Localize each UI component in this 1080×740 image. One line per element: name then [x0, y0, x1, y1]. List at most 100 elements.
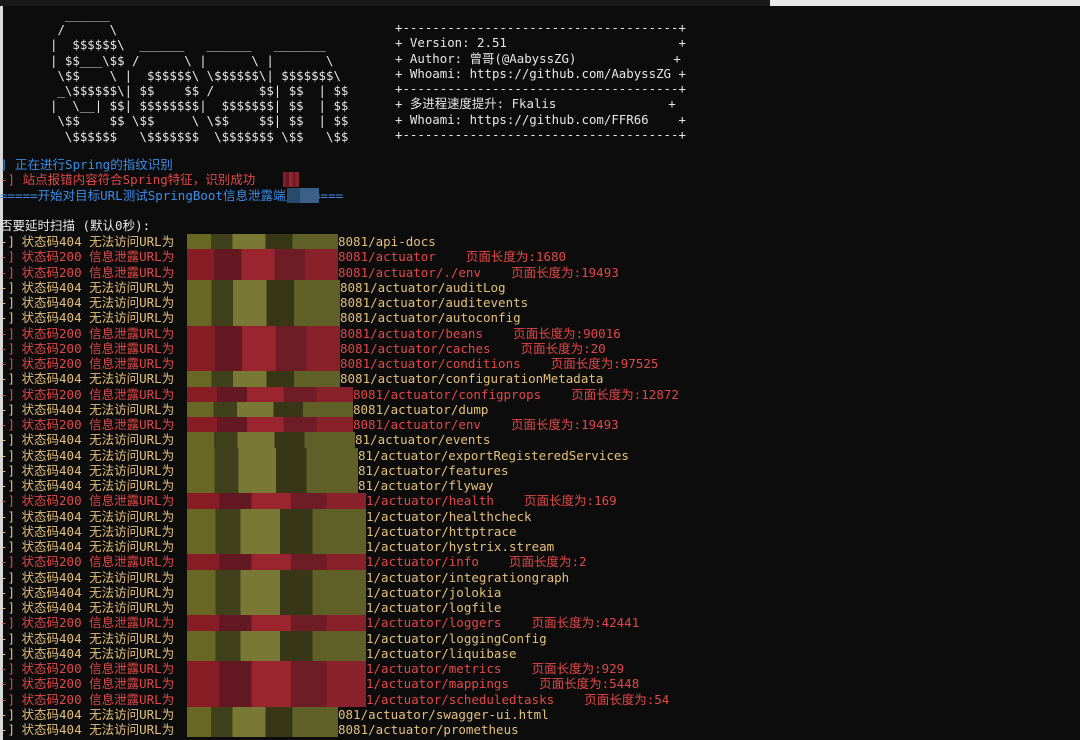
endpoint-path: 1/actuator/hystrix.stream [366, 539, 555, 554]
row-prefix: -] [0, 295, 16, 310]
scan-result-row: -] 状态码200 信息泄露URL为 [0, 615, 174, 630]
url-redaction [187, 569, 366, 585]
row-prefix: -] [0, 462, 16, 478]
scan-result-row: -] 状态码404 无法访问URL为 [0, 722, 174, 737]
url-redaction [187, 722, 338, 738]
endpoint-path: 1/actuator/jolokia [366, 584, 502, 600]
status-label: 状态码404 无法访问URL为 [14, 569, 175, 585]
status-label: 状态码200 信息泄露URL为 [14, 356, 175, 371]
url-redaction [187, 371, 340, 387]
row-prefix: -] [0, 478, 16, 493]
scan-result-row: -] 状态码404 无法访问URL为 [0, 631, 174, 646]
endpoint-path: 081/actuator/swagger-ui.html [338, 706, 549, 722]
row-prefix: -] [0, 508, 16, 524]
endpoint-path: 81/actuator/features [358, 462, 509, 478]
url-redaction [187, 676, 366, 692]
endpoint-path: 1/actuator/metrics 页面长度为:929 [366, 661, 625, 676]
row-prefix: -] [0, 554, 16, 570]
row-prefix: -] [0, 264, 16, 280]
row-prefix: -] [0, 706, 16, 722]
url-redaction [187, 462, 358, 479]
endpoint-path: 8081/actuator/./env 页面长度为:19493 [338, 264, 619, 280]
status-label: 状态码404 无法访问URL为 [14, 523, 175, 539]
row-prefix: -] [0, 630, 16, 646]
endpoint-path: 1/actuator/httptrace [366, 523, 517, 539]
scan-result-row: -] 状态码404 无法访问URL为 [0, 524, 174, 539]
scan-result-row: -] 状态码200 信息泄露URL为 [0, 692, 174, 707]
delay-prompt: 否要延时扫描 (默认0秒): [0, 218, 151, 233]
status-label: 状态码404 无法访问URL为 [14, 584, 175, 600]
scan-result-row: -] 状态码200 信息泄露URL为 [0, 249, 174, 264]
endpoint-path: 1/actuator/loggers 页面长度为:42441 [366, 615, 640, 631]
endpoint-path: 8081/actuator/auditLog [340, 279, 506, 295]
status-label: 状态码200 信息泄露URL为 [14, 264, 175, 280]
row-prefix: -] [0, 691, 16, 707]
terminal-window[interactable]: ______ / \ | $$$$$$\ ______ ______ _____… [0, 0, 1080, 740]
status-label: 状态码200 信息泄露URL为 [14, 417, 175, 432]
url-redaction [187, 584, 366, 601]
url-redaction [187, 478, 358, 494]
row-prefix: -] [0, 523, 16, 539]
status-label: 状态码404 无法访问URL为 [14, 295, 175, 310]
row-prefix: -] [0, 371, 16, 387]
status-label: 状态码200 信息泄露URL为 [14, 340, 175, 356]
row-prefix: -] [0, 676, 16, 692]
status-label: 状态码200 信息泄露URL为 [14, 493, 175, 509]
endpoint-path: 1/actuator/health 页面长度为:169 [366, 493, 617, 509]
status-label: 状态码200 信息泄露URL为 [14, 615, 175, 631]
scan-result-row: -] 状态码404 无法访问URL为 [0, 234, 174, 249]
url-redaction [187, 340, 340, 357]
scan-result-row: -] 状态码200 信息泄露URL为 [0, 356, 174, 371]
url-redaction [187, 539, 366, 555]
row-prefix: -] [0, 234, 16, 249]
redaction-block [287, 188, 319, 204]
status-label: 状态码200 信息泄露URL为 [14, 661, 175, 676]
url-redaction [187, 310, 340, 326]
scan-result-row: -] 状态码404 无法访问URL为 [0, 432, 174, 447]
url-redaction [187, 447, 358, 463]
scan-result-row: -] 状态码404 无法访问URL为 [0, 585, 174, 600]
row-prefix: -] [0, 401, 16, 417]
row-prefix: -] [0, 661, 16, 676]
url-redaction [187, 554, 366, 570]
status-label: 状态码200 信息泄露URL为 [14, 249, 175, 265]
status-label: 状态码200 信息泄露URL为 [14, 691, 175, 707]
url-redaction [187, 279, 340, 296]
scan-result-row: -] 状态码404 无法访问URL为 [0, 371, 174, 386]
endpoint-path: 81/actuator/exportRegisteredServices [358, 447, 629, 463]
status-label: 状态码200 信息泄露URL为 [14, 386, 175, 402]
scan-result-row: -] 状态码404 无法访问URL为 [0, 646, 174, 661]
scan-result-row: -] 状态码200 信息泄露URL为 [0, 554, 174, 569]
endpoint-path: 8081/actuator/autoconfig [340, 310, 521, 326]
status-label: 状态码404 无法访问URL为 [14, 432, 175, 448]
status-label: 状态码404 无法访问URL为 [14, 645, 175, 661]
status-label: 状态码404 无法访问URL为 [14, 630, 175, 646]
url-redaction [187, 661, 366, 677]
redaction-block [283, 172, 299, 188]
row-prefix: -] [0, 584, 16, 600]
status-label: 状态码200 信息泄露URL为 [14, 676, 175, 692]
endpoint-path: 1/actuator/loggingConfig [366, 630, 547, 646]
status-label: 状态码404 无法访问URL为 [14, 310, 175, 326]
version-info-box: +-------------------------------------+ … [395, 20, 686, 143]
status-label: 状态码200 信息泄露URL为 [14, 554, 175, 570]
url-redaction [187, 432, 355, 448]
row-prefix: -] [0, 447, 16, 463]
url-redaction [187, 691, 366, 707]
row-prefix: -] [0, 569, 16, 585]
status-label: 状态码404 无法访问URL为 [14, 447, 175, 463]
scan-result-row: -] 状态码200 信息泄露URL为 [0, 341, 174, 356]
status-label: 状态码404 无法访问URL为 [14, 279, 175, 295]
scan-result-row: -] 状态码404 无法访问URL为 [0, 280, 174, 295]
endpoint-path: 1/actuator/scheduledtasks 页面长度为:54 [366, 691, 670, 707]
scan-result-row: -] 状态码404 无法访问URL为 [0, 707, 174, 722]
row-prefix: -] [0, 417, 16, 432]
url-redaction [187, 356, 340, 372]
status-label: 状态码404 无法访问URL为 [14, 600, 175, 615]
url-redaction [187, 249, 338, 265]
url-redaction [187, 615, 366, 631]
url-redaction [187, 645, 366, 662]
row-prefix: -] [0, 600, 16, 615]
scan-result-row: -] 状态码404 无法访问URL为 [0, 310, 174, 325]
status-label: 状态码404 无法访问URL为 [14, 539, 175, 554]
